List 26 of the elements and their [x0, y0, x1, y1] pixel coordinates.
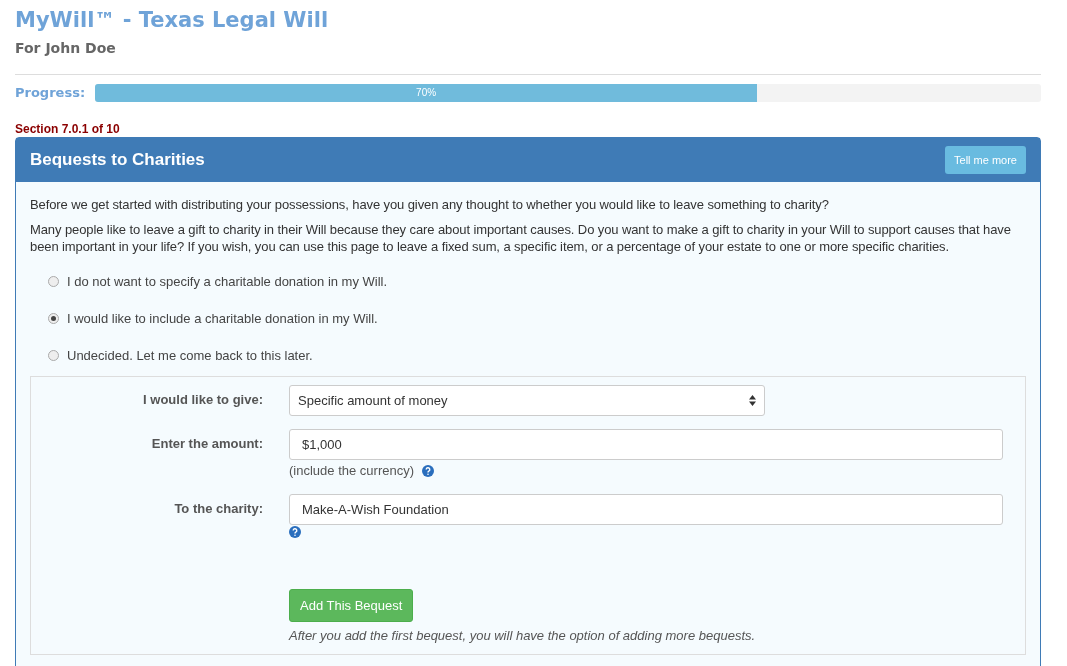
field-label: Enter the amount:: [150, 435, 264, 453]
input-field[interactable]: Make-A-Wish Foundation: [289, 493, 1003, 525]
field-label: To the charity:: [173, 499, 264, 518]
help-icon[interactable]: [422, 464, 434, 477]
hint-text: (include the currency): [289, 462, 414, 480]
select-field[interactable]: Specific amount of money: [289, 385, 765, 416]
paragraph: Many people like to leave a gift to charity in their Will because they care about important causes. Do you want to make a gift to charity in your Will to support causes that have been important in your life? If you wish, you can use this page to leave a fixed sum, a specific item, or a percentage of your estate to one or more specific charities.: [30, 221, 1012, 255]
panel-title: Bequests to Charities: [30, 149, 205, 170]
field-label: I would like to give:: [142, 391, 264, 409]
progress-fill: 70%: [95, 83, 758, 102]
radio-button[interactable]: [48, 350, 59, 361]
radio-button[interactable]: [48, 313, 59, 324]
radio-button[interactable]: [48, 276, 59, 287]
section-label: Section 7.0.1 of 10: [15, 120, 121, 137]
select-value: Specific amount of money: [298, 391, 448, 410]
paragraph: Before we get started with distributing your possessions, have you given any thought to whether you would like to leave something to charity?: [30, 196, 830, 213]
help-icon[interactable]: [289, 525, 301, 538]
subtitle: For John Doe: [15, 39, 117, 58]
page-title: MyWill™ - Texas Legal Will: [15, 7, 330, 34]
option-label: I would like to include a charitable donation in my Will.: [67, 309, 378, 328]
note-text: After you add the first bequest, you will have the option of adding more bequests.: [289, 627, 757, 645]
option-label: I do not want to specify a charitable donation in my Will.: [67, 272, 388, 291]
input-field[interactable]: $1,000: [289, 429, 1003, 460]
option-label: Undecided. Let me come back to this later.: [67, 346, 313, 365]
progress-label: Progress:: [15, 84, 87, 102]
caret-icon: [749, 395, 756, 406]
